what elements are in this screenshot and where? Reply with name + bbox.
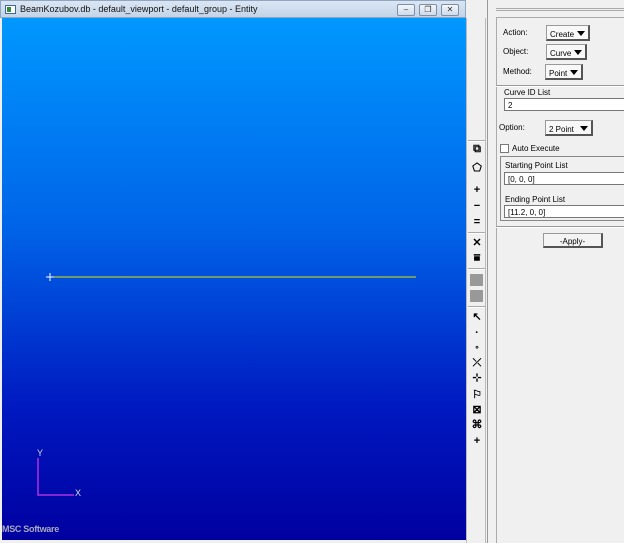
chevron-down-icon (580, 126, 588, 131)
action-value: Create (550, 30, 575, 39)
option-value: 2 Point (549, 125, 574, 134)
action-dropdown[interactable]: Create (546, 25, 590, 41)
action-label: Action: (503, 28, 528, 37)
application-form-panel: Action: Create Object: Curve Method: Poi… (487, 0, 624, 543)
option-dropdown[interactable]: 2 Point (545, 120, 593, 136)
apply-button[interactable]: -Apply- (543, 233, 603, 248)
curve-tangent-icon[interactable]: ⊹ (469, 371, 485, 385)
small-circle-icon[interactable]: ∘ (469, 341, 485, 355)
minimize-button[interactable]: – (397, 4, 415, 16)
chevron-down-icon (574, 50, 582, 55)
method-value: Point (549, 69, 568, 78)
divider (496, 85, 624, 87)
box-select-icon[interactable]: ⊠ (469, 403, 485, 417)
curve-id-label: Curve ID List (504, 88, 551, 97)
point-marker-icon (46, 273, 54, 281)
point-list-group: Starting Point List [0, 0, 0] Ending Poi… (500, 156, 624, 221)
chevron-down-icon (577, 31, 585, 36)
method-label: Method: (503, 67, 532, 76)
polygon-icon[interactable]: ⬠ (469, 161, 485, 175)
axis-y-label: Y (37, 448, 44, 458)
ending-point-label: Ending Point List (505, 195, 566, 204)
auto-execute-checkbox[interactable] (500, 144, 509, 153)
filter-icon[interactable]: ⩸ (469, 251, 485, 265)
flag-select-icon[interactable]: ⚐ (469, 388, 485, 402)
view-toolbar: ⧉ ⬠ + − = ✕ ⩸ ↖ · ∘ ⤫ ⊹ ⚐ ⊠ ⌘ + (466, 18, 486, 543)
pick-arrow-icon[interactable]: ↖ (469, 310, 485, 324)
divider (496, 226, 624, 228)
starting-point-label: Starting Point List (505, 161, 568, 170)
msc-software-logo: MSC Software (2, 524, 59, 534)
app-icon (5, 5, 16, 14)
option-label: Option: (499, 123, 525, 132)
square-2-icon[interactable] (470, 290, 483, 302)
object-value: Curve (550, 49, 572, 58)
cross-cut-icon[interactable]: ✕ (469, 236, 485, 250)
curve-cross-icon[interactable]: ⤫ (469, 356, 485, 370)
zoom-out-icon[interactable]: − (469, 199, 485, 213)
dot-icon[interactable]: · (469, 326, 485, 340)
starting-point-input[interactable]: [0, 0, 0] (504, 172, 624, 185)
window-title: BeamKozubov.db - default_viewport - defa… (20, 4, 258, 14)
close-button[interactable]: ✕ (441, 4, 459, 16)
object-dropdown[interactable]: Curve (546, 44, 587, 60)
axis-triad (37, 458, 74, 496)
graphics-viewport[interactable]: Y X MSC Software (2, 18, 466, 540)
restore-button[interactable]: ❐ (419, 4, 437, 16)
copy-icon[interactable]: ⧉ (469, 142, 485, 156)
equals-icon[interactable]: = (469, 215, 485, 229)
zoom-in-icon[interactable]: + (469, 183, 485, 197)
square-1-icon[interactable] (470, 274, 483, 286)
method-dropdown[interactable]: Point (545, 64, 583, 80)
ending-point-input[interactable]: [11.2, 0, 0] (504, 205, 624, 218)
auto-execute-label: Auto Execute (512, 144, 560, 153)
node-select-icon[interactable]: ⌘ (469, 418, 485, 432)
curve-id-input[interactable]: 2 (504, 98, 624, 111)
window-titlebar: BeamKozubov.db - default_viewport - defa… (0, 0, 466, 18)
crosshair-icon[interactable]: + (469, 434, 485, 448)
axis-x-label: X (75, 488, 82, 498)
viewport-canvas (37, 273, 416, 496)
chevron-down-icon (570, 70, 578, 75)
object-label: Object: (503, 47, 529, 56)
